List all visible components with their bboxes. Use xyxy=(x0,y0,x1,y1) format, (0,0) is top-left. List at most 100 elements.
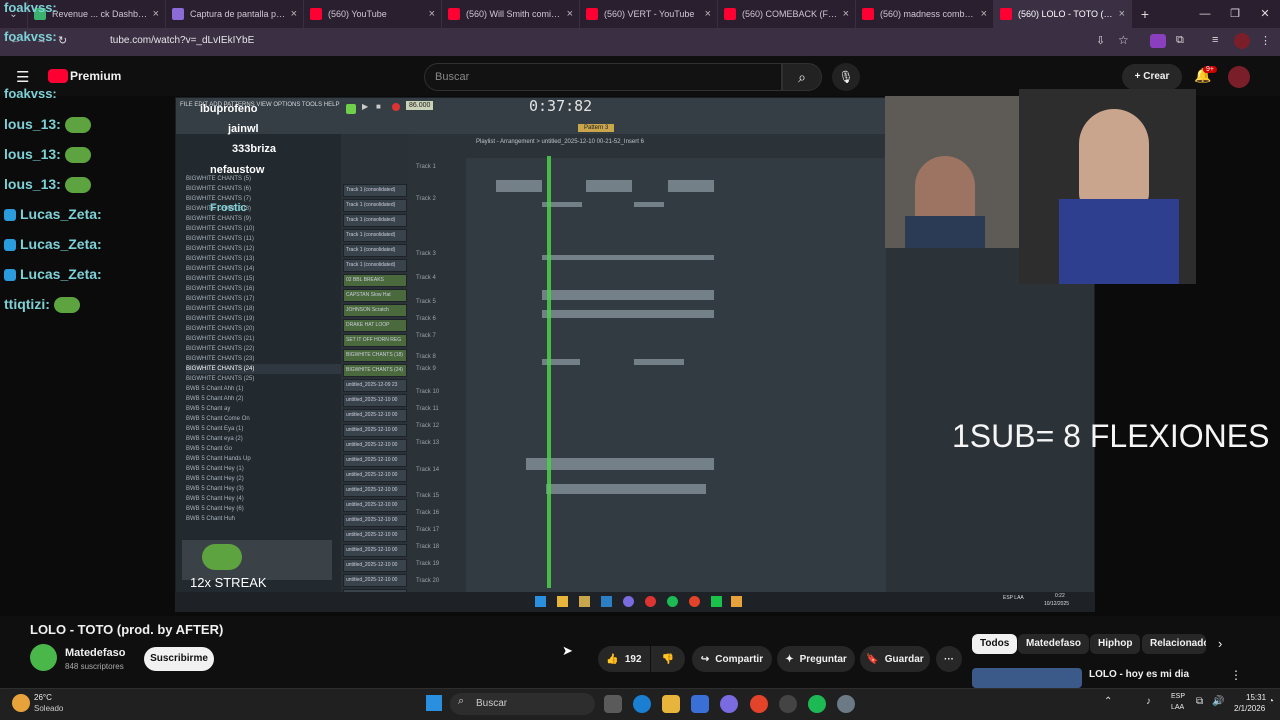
maximize-icon[interactable]: ❐ xyxy=(1220,0,1250,28)
channel-name[interactable]: Matedefaso xyxy=(65,647,126,659)
close-icon[interactable]: × xyxy=(291,8,297,20)
chip-hiphop[interactable]: Hiphop xyxy=(1090,634,1141,654)
tab-label: (560) Will Smith comiendo xyxy=(466,9,563,19)
app-icon[interactable] xyxy=(779,695,797,713)
chevron-right-icon[interactable]: › xyxy=(1218,636,1222,651)
chat-message: foakvss: xyxy=(4,29,57,44)
close-icon[interactable]: × xyxy=(981,8,987,20)
share-label: Compartir xyxy=(715,653,764,665)
tab-favicon xyxy=(172,8,184,20)
network-icon[interactable]: ⧉ xyxy=(1196,696,1203,707)
edge-icon[interactable] xyxy=(633,695,651,713)
clock-time[interactable]: 15:31 xyxy=(1246,693,1266,702)
voice-search-button[interactable]: 🎙 xyxy=(832,63,860,91)
like-button[interactable]: 👍 192 xyxy=(598,646,650,672)
browser-menu-icon[interactable]: ⋮ xyxy=(1260,34,1271,47)
install-icon[interactable]: ⇩ xyxy=(1096,34,1105,47)
pepe-emote-icon xyxy=(202,544,242,570)
mic-tray-icon[interactable]: ♪ xyxy=(1146,696,1151,707)
youtube-logo-text[interactable]: Premium xyxy=(70,69,121,83)
new-tab-button[interactable]: + xyxy=(1132,6,1158,22)
subscribe-button[interactable]: Suscribirme xyxy=(144,647,214,671)
windows-start-icon[interactable] xyxy=(426,695,442,711)
save-label: Guardar xyxy=(884,653,924,665)
chat-username: Lucas_Zeta: xyxy=(20,206,102,222)
track-label: Track 3 xyxy=(416,251,436,257)
url-field[interactable]: tube.com/watch?v=_dLvIEkIYbE xyxy=(110,35,254,46)
close-icon[interactable]: × xyxy=(153,8,159,20)
browser-tab[interactable]: (560) Will Smith comiendo × xyxy=(442,0,580,28)
browser-item: BIGWHITE CHANTS (18) xyxy=(186,306,255,312)
minimize-icon[interactable]: — xyxy=(1190,0,1220,28)
store-icon[interactable] xyxy=(691,695,709,713)
spotify-icon[interactable] xyxy=(808,695,826,713)
track-label: Track 1 xyxy=(416,164,436,170)
channel-item: JOHNSON Scratch xyxy=(343,304,407,317)
chip-related[interactable]: Relacionado xyxy=(1142,634,1206,654)
browser-item: BIGWHITE CHANTS (13) xyxy=(186,256,255,262)
chip-channel[interactable]: Matedefaso xyxy=(1018,634,1090,654)
youtube-logo-icon[interactable] xyxy=(48,69,68,83)
chip-all[interactable]: Todos xyxy=(972,634,1018,654)
language-layout[interactable]: LAA xyxy=(1171,704,1184,711)
close-icon[interactable]: × xyxy=(705,8,711,20)
task-view-icon[interactable] xyxy=(604,695,622,713)
profile-avatar[interactable] xyxy=(1234,33,1250,49)
channel-avatar[interactable] xyxy=(30,644,57,671)
chrome-icon[interactable] xyxy=(750,695,768,713)
hamburger-menu-icon[interactable]: ☰ xyxy=(16,68,29,86)
browser-tab[interactable]: (560) madness combat - Y... × xyxy=(856,0,994,28)
reload-icon[interactable]: ↻ xyxy=(58,34,67,47)
browser-tab[interactable]: (560) COMEBACK (FULL A... × xyxy=(718,0,856,28)
track-label: Track 5 xyxy=(416,299,436,305)
close-icon[interactable]: × xyxy=(567,8,573,20)
more-vert-icon[interactable]: ⋮ xyxy=(1230,668,1242,682)
close-icon[interactable]: × xyxy=(1119,8,1125,20)
channel-item: SET IT OFF HORN REG xyxy=(343,334,407,347)
reading-list-icon[interactable]: ≡ xyxy=(1212,34,1218,46)
browser-tab[interactable]: (560) VERT - YouTube × xyxy=(580,0,718,28)
browser-tab[interactable]: (560) YouTube × xyxy=(304,0,442,28)
account-avatar[interactable] xyxy=(1228,66,1250,88)
close-window-icon[interactable]: ✕ xyxy=(1250,0,1280,28)
create-button[interactable]: + Crear xyxy=(1122,64,1182,90)
chat-username: Lucas_Zeta: xyxy=(20,236,102,252)
extension-icon[interactable] xyxy=(1150,34,1166,48)
close-icon[interactable]: × xyxy=(843,8,849,20)
more-actions-button[interactable]: ··· xyxy=(936,646,962,672)
recommended-thumbnail[interactable] xyxy=(972,668,1082,688)
save-button[interactable]: 🔖 Guardar xyxy=(860,646,930,672)
notification-count-badge: 9+ xyxy=(1203,66,1217,73)
video-clock-date: 10/12/2025 xyxy=(1044,601,1070,607)
browser-item: BWB 5 Chant Hey (3) xyxy=(186,486,244,492)
ask-button[interactable]: ✦ Preguntar xyxy=(777,646,855,672)
settings-gear-icon[interactable] xyxy=(837,695,855,713)
bookmark-star-icon[interactable]: ☆ xyxy=(1118,33,1129,47)
discord-icon[interactable] xyxy=(720,695,738,713)
extensions-puzzle-icon[interactable]: ⧉ xyxy=(1176,34,1184,47)
overlay-username: nefaustow xyxy=(210,164,265,176)
video-title: LOLO - TOTO (prod. by AFTER) xyxy=(30,622,224,637)
webcam-feed-secondary xyxy=(885,96,1019,248)
fl-time-display: 0:37:82 xyxy=(529,97,593,115)
language-code[interactable]: ESP xyxy=(1171,693,1185,700)
file-explorer-icon[interactable] xyxy=(662,695,680,713)
thumbs-down-icon: 👎 xyxy=(661,653,675,665)
search-button[interactable]: ⌕ xyxy=(782,63,822,91)
volume-icon[interactable]: 🔊 xyxy=(1212,696,1224,707)
share-button[interactable]: ↪ Compartir xyxy=(692,646,772,672)
notification-center-icon[interactable]: ◔ xyxy=(1268,696,1274,707)
channel-item: Track 1 (consolidated) xyxy=(343,199,407,212)
close-icon[interactable]: × xyxy=(429,8,435,20)
recommended-title[interactable]: LOLO - hoy es mi dia xyxy=(1089,669,1189,680)
chevron-up-icon[interactable]: ⌃ xyxy=(1104,696,1112,707)
clock-date[interactable]: 2/1/2026 xyxy=(1234,704,1265,713)
browser-tab[interactable]: Captura de pantalla por I... × xyxy=(166,0,304,28)
weather-icon[interactable] xyxy=(12,694,30,712)
browser-item: BWB 5 Chant Ahh (2) xyxy=(186,396,244,402)
dislike-button[interactable]: 👎 xyxy=(651,646,685,672)
search-input[interactable]: Buscar xyxy=(424,63,782,91)
browser-tab-active[interactable]: (560) LOLO - TOTO (p... × xyxy=(994,0,1132,28)
channel-item: untitled_2025-12-10 00 xyxy=(343,514,407,527)
taskbar-search-input[interactable]: Buscar xyxy=(450,693,595,715)
